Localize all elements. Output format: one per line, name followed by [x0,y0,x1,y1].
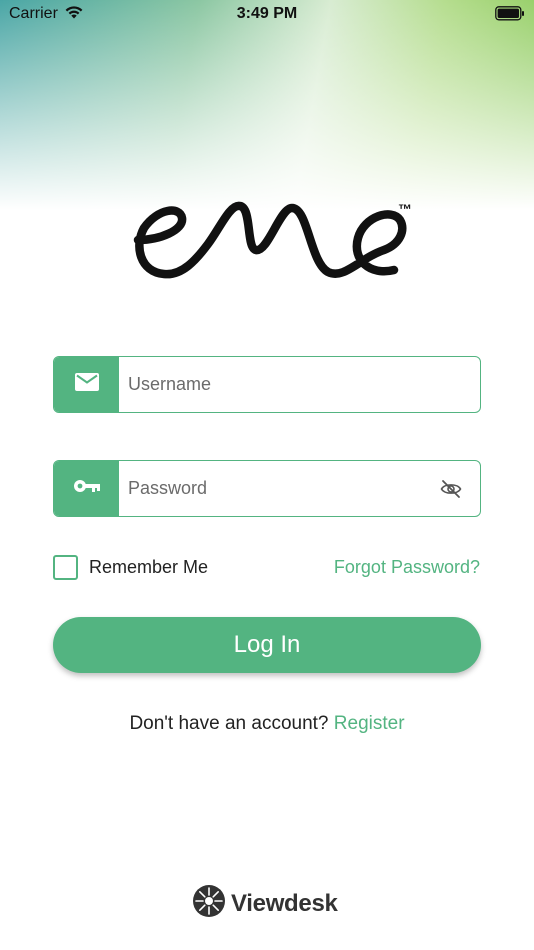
viewdesk-logo-icon [192,884,226,923]
trademark-symbol: ™ [398,201,412,217]
username-input[interactable] [119,357,469,412]
login-button[interactable]: Log In [53,617,481,673]
password-input[interactable] [119,461,469,516]
viewdesk-brand: Viewdesk [192,884,338,923]
remember-me-label[interactable]: Remember Me [89,557,208,578]
username-icon-box [54,357,119,412]
register-row: Don't have an account? Register [0,713,534,735]
header-gradient [0,0,534,210]
password-field[interactable] [53,460,481,517]
forgot-password-link[interactable]: Forgot Password? [334,557,480,578]
envelope-icon [74,373,99,396]
eye-slash-icon[interactable] [440,479,462,504]
status-bar: Carrier 3:49 PM [0,0,534,28]
viewdesk-brand-name: Viewdesk [231,889,338,917]
username-field[interactable] [53,356,481,413]
status-time: 3:49 PM [236,5,298,22]
password-icon-box [54,461,119,516]
register-link[interactable]: Register [334,713,405,734]
register-prompt: Don't have an account? [129,713,329,734]
key-icon [73,478,101,499]
battery-icon [495,6,525,26]
remember-me-checkbox[interactable] [53,555,78,580]
eme-logo [132,190,432,290]
